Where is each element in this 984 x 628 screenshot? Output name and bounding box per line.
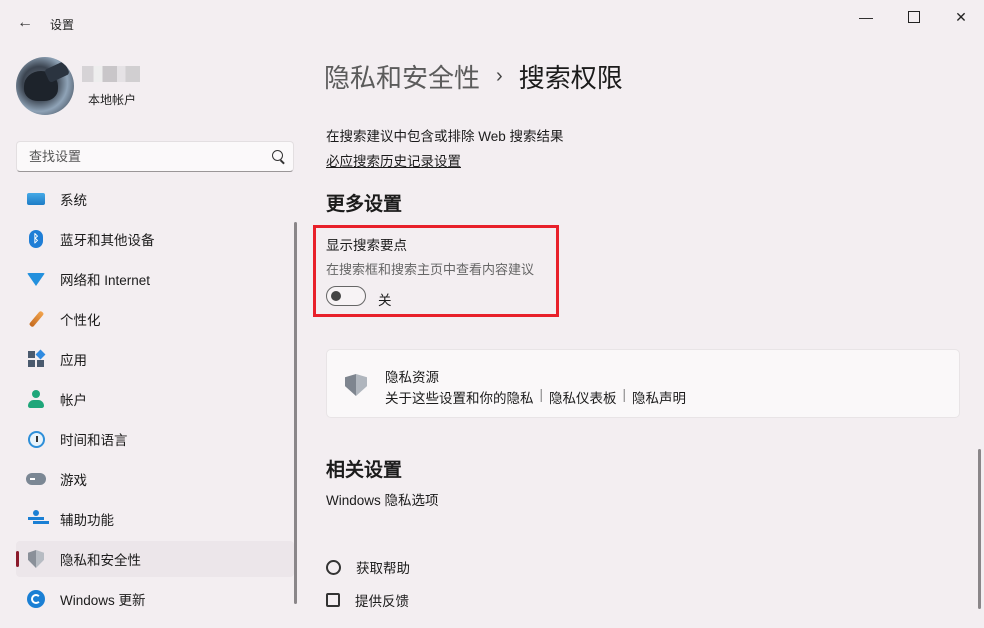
breadcrumb-parent[interactable]: 隐私和安全性	[324, 58, 480, 95]
sidebar-scrollbar[interactable]	[294, 222, 297, 604]
apps-icon	[26, 349, 46, 369]
more-settings-heading: 更多设置	[326, 194, 403, 215]
give-feedback-label: 提供反馈	[355, 594, 409, 609]
search-box[interactable]	[16, 141, 294, 172]
feedback-icon	[326, 593, 340, 607]
sidebar-item-label: 应用	[60, 353, 87, 368]
get-help-label: 获取帮助	[356, 561, 410, 576]
account-type: 本地帐户	[88, 93, 137, 107]
search-highlights-title: 显示搜索要点	[326, 238, 407, 253]
privacy-resources-card: 隐私资源 关于这些设置和你的隐私 | 隐私仪表板 | 隐私声明	[326, 349, 960, 418]
window-title: 设置	[50, 18, 75, 32]
breadcrumb: 隐私和安全性 › 搜索权限	[324, 58, 623, 95]
privacy-resources-links: 关于这些设置和你的隐私 | 隐私仪表板 | 隐私声明	[385, 387, 686, 407]
windows-privacy-options-link[interactable]: Windows 隐私选项	[326, 489, 439, 509]
sidebar-item-network[interactable]: 网络和 Internet	[16, 261, 294, 297]
close-icon: ✕	[955, 8, 967, 25]
sidebar-item-system[interactable]: 系统	[16, 181, 294, 217]
clock-icon	[26, 429, 46, 449]
sidebar-item-label: 游戏	[60, 473, 87, 488]
privacy-resources-title: 隐私资源	[385, 370, 439, 385]
account-icon	[26, 389, 46, 409]
search-highlights-description: 在搜索框和搜索主页中查看内容建议	[326, 262, 535, 277]
sidebar-item-accessibility[interactable]: 辅助功能	[16, 501, 294, 537]
search-icon[interactable]	[272, 150, 283, 161]
sidebar-item-label: 时间和语言	[60, 433, 128, 448]
exclude-web-results-text: 在搜索建议中包含或排除 Web 搜索结果	[326, 129, 564, 144]
help-icon	[326, 559, 341, 575]
accessibility-icon	[26, 509, 46, 529]
sidebar-item-label: 个性化	[60, 313, 101, 328]
sidebar-item-gaming[interactable]: 游戏	[16, 461, 294, 497]
title-bar: ← 设置 — ✕	[0, 0, 984, 46]
sidebar-item-bluetooth[interactable]: ᛒ 蓝牙和其他设备	[16, 221, 294, 257]
sidebar-item-apps[interactable]: 应用	[16, 341, 294, 377]
search-input[interactable]	[27, 148, 261, 165]
sidebar-item-label: Windows 更新	[60, 593, 146, 608]
sidebar-item-personalization[interactable]: 个性化	[16, 301, 294, 337]
sidebar-item-label: 系统	[60, 193, 87, 208]
gamepad-icon	[26, 469, 46, 489]
breadcrumb-separator-icon: ›	[496, 65, 503, 87]
shield-icon	[26, 549, 46, 569]
link-divider: |	[539, 387, 544, 402]
system-icon	[26, 189, 46, 209]
maximize-button[interactable]	[892, 4, 936, 30]
page-title: 搜索权限	[518, 63, 623, 93]
update-icon	[26, 589, 46, 609]
search-highlights-toggle[interactable]	[326, 286, 366, 306]
minimize-icon: —	[859, 9, 873, 25]
back-button[interactable]: ←	[14, 12, 36, 34]
maximize-icon	[908, 11, 920, 23]
sidebar-item-accounts[interactable]: 帐户	[16, 381, 294, 417]
bing-history-link[interactable]: 必应搜索历史记录设置	[326, 150, 461, 170]
sidebar-item-privacy-security[interactable]: 隐私和安全性	[16, 541, 294, 577]
give-feedback-link[interactable]: 提供反馈	[326, 590, 409, 610]
wifi-icon	[26, 269, 46, 289]
get-help-link[interactable]: 获取帮助	[326, 557, 410, 577]
shield-icon	[345, 374, 367, 396]
related-settings-heading: 相关设置	[326, 460, 403, 481]
sidebar-item-windows-update[interactable]: Windows 更新	[16, 581, 294, 617]
privacy-statement-link[interactable]: 隐私声明	[632, 387, 686, 407]
sidebar-item-label: 隐私和安全性	[60, 553, 141, 568]
sidebar-nav: 系统 ᛒ 蓝牙和其他设备 网络和 Internet 个性化 应用 帐户 时间和语…	[16, 181, 294, 621]
close-button[interactable]: ✕	[939, 4, 983, 30]
privacy-dashboard-link[interactable]: 隐私仪表板	[549, 387, 617, 407]
link-divider: |	[622, 387, 627, 402]
sidebar-item-label: 帐户	[60, 393, 87, 408]
bluetooth-icon: ᛒ	[26, 229, 46, 249]
sidebar-item-label: 辅助功能	[60, 513, 114, 528]
avatar[interactable]	[16, 57, 74, 115]
about-privacy-link[interactable]: 关于这些设置和你的隐私	[385, 387, 534, 407]
toggle-state-label: 关	[378, 293, 392, 308]
sidebar-item-label: 蓝牙和其他设备	[60, 233, 155, 248]
back-arrow-icon: ←	[17, 14, 33, 31]
sidebar-item-time-language[interactable]: 时间和语言	[16, 421, 294, 457]
brush-icon	[26, 309, 46, 329]
sidebar-item-label: 网络和 Internet	[60, 273, 151, 288]
username-redacted	[82, 66, 140, 82]
main-scrollbar[interactable]	[978, 449, 981, 609]
minimize-button[interactable]: —	[844, 4, 888, 30]
toggle-knob	[331, 291, 341, 301]
